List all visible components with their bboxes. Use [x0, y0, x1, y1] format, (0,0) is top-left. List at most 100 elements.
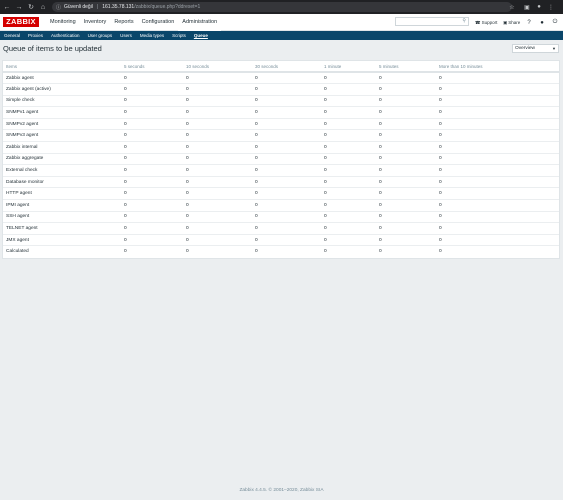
address-separator: | [96, 4, 99, 10]
item-type-cell: SNMPv1 agent [3, 106, 121, 119]
item-type-cell: SNMPv2 agent [3, 118, 121, 131]
queue-count-cell: 0 [436, 187, 559, 201]
queue-count-cell: 0 [436, 234, 559, 247]
queue-count-cell: 0 [121, 176, 183, 189]
queue-count-cell: 0 [255, 249, 258, 255]
queue-count-cell: 0 [436, 83, 559, 96]
queue-count-cell: 0 [121, 187, 183, 201]
help-icon[interactable]: ? [524, 14, 534, 31]
zabbix-logo[interactable]: ZABBIX [3, 17, 39, 27]
share-label: Share [508, 20, 521, 25]
search-input[interactable]: ⚲ [395, 17, 469, 26]
user-profile-icon[interactable]: ● [537, 14, 547, 31]
info-icon[interactable]: ⓘ [56, 4, 61, 11]
item-type-cell: Simple check [3, 95, 121, 108]
queue-count-cell: 0 [252, 95, 321, 108]
browser-menu-icon[interactable]: ⋮ [545, 0, 557, 14]
table-row: Zabbix aggregate 0 0 0 0 0 0 [3, 153, 559, 166]
queue-count-cell: 0 [321, 222, 376, 235]
item-type-cell: JMX agent [3, 234, 121, 247]
queue-count-cell: 0 [252, 141, 321, 154]
submenu-user-groups[interactable]: User groups [84, 31, 117, 40]
back-arrow-icon[interactable]: ← [2, 0, 12, 14]
reload-icon[interactable]: ↻ [26, 0, 36, 14]
queue-count-cell: 0 [376, 95, 436, 108]
table-row: IPMI agent 0 0 0 0 0 0 [3, 199, 559, 212]
page-title: Queue of items to be updated [3, 44, 102, 53]
search-icon[interactable]: ⚲ [462, 18, 466, 25]
queue-table-panel: Items 5 seconds 10 seconds 30 seconds 1 … [2, 60, 560, 259]
submenu-scripts[interactable]: Scripts [168, 31, 190, 40]
sign-out-icon[interactable]: ⏻ [550, 14, 560, 31]
queue-count-cell: 0 [379, 249, 382, 255]
queue-count-cell: 0 [376, 176, 436, 189]
queue-count-cell: 0 [252, 129, 321, 143]
queue-count-cell: 0 [436, 176, 559, 189]
queue-count-cell: 0 [252, 83, 321, 96]
queue-count-cell: 0 [183, 211, 252, 224]
queue-count-cell: 0 [121, 211, 183, 224]
bookmark-star-icon[interactable]: ☆ [506, 0, 518, 14]
queue-count-cell: 0 [324, 249, 327, 255]
queue-count-cell: 0 [183, 234, 252, 247]
home-icon[interactable]: ⌂ [38, 0, 48, 14]
queue-count-cell: 0 [252, 164, 321, 177]
queue-count-cell: 0 [321, 95, 376, 108]
column-header: 5 seconds [121, 61, 183, 73]
menu-reports[interactable]: Reports [110, 14, 137, 31]
item-type-cell: Zabbix aggregate [3, 153, 121, 166]
queue-count-cell: 0 [376, 164, 436, 177]
queue-count-cell: 0 [321, 129, 376, 143]
queue-count-cell: 0 [376, 211, 436, 224]
view-select-value: Overview [515, 46, 535, 51]
submenu-users[interactable]: Users [116, 31, 136, 40]
queue-count-cell: 0 [252, 199, 321, 212]
queue-table: Items 5 seconds 10 seconds 30 seconds 1 … [3, 61, 559, 258]
submenu-authentication[interactable]: Authentication [47, 31, 84, 40]
queue-count-cell: 0 [121, 129, 183, 143]
queue-count-cell: 0 [183, 222, 252, 235]
queue-count-cell: 0 [376, 72, 436, 85]
table-header-row: Items 5 seconds 10 seconds 30 seconds 1 … [3, 61, 559, 73]
menu-configuration[interactable]: Configuration [138, 14, 179, 31]
queue-count-cell: 0 [252, 72, 321, 85]
queue-count-cell: 0 [183, 129, 252, 143]
url-host: 161.35.78.131 [102, 4, 135, 10]
queue-count-cell: 0 [321, 106, 376, 119]
menu-administration[interactable]: Administration [178, 14, 222, 31]
queue-count-cell: 0 [436, 211, 559, 224]
submenu-media-types[interactable]: Media types [136, 31, 168, 40]
view-select[interactable]: Overview ▼ [512, 44, 559, 53]
queue-count-cell: 0 [321, 164, 376, 177]
queue-count-cell: 0 [252, 118, 321, 131]
submenu-queue[interactable]: Queue [190, 31, 212, 40]
queue-count-cell: 0 [376, 222, 436, 235]
submenu-proxies[interactable]: Proxies [24, 31, 47, 40]
menu-inventory[interactable]: Inventory [80, 14, 111, 31]
queue-count-cell: 0 [321, 234, 376, 247]
translate-icon[interactable]: ▣ [521, 0, 533, 14]
queue-count-cell: 0 [376, 141, 436, 154]
forward-arrow-icon[interactable]: → [14, 0, 24, 14]
table-row: Zabbix internal 0 0 0 0 0 0 [3, 141, 559, 154]
queue-count-cell: 0 [439, 249, 442, 255]
footer-copyright: Zabbix 4.4.5. © 2001–2020, Zabbix SIA [239, 488, 324, 493]
queue-count-cell: 0 [183, 176, 252, 189]
extension-icon[interactable]: ● [533, 0, 545, 14]
queue-count-cell: 0 [121, 118, 183, 131]
table-row: Simple check 0 0 0 0 0 0 [3, 95, 559, 108]
queue-count-cell: 0 [436, 129, 559, 143]
share-link[interactable]: ▣ Share [503, 14, 520, 31]
column-header: 30 seconds [252, 61, 321, 73]
queue-count-cell: 0 [121, 153, 183, 166]
queue-count-cell: 0 [183, 141, 252, 154]
support-link[interactable]: ☎ Support [475, 14, 497, 31]
support-icon: ☎ [475, 19, 481, 25]
queue-count-cell: 0 [121, 95, 183, 108]
menu-monitoring[interactable]: Monitoring [46, 14, 80, 31]
address-bar[interactable]: ⓘ Güvenli değil | 161.35.78.131 /zabbix/… [52, 2, 512, 12]
queue-count-cell: 0 [321, 141, 376, 154]
submenu-general[interactable]: General [0, 31, 24, 40]
column-header: 10 seconds [183, 61, 252, 73]
queue-count-cell: 0 [121, 72, 183, 85]
